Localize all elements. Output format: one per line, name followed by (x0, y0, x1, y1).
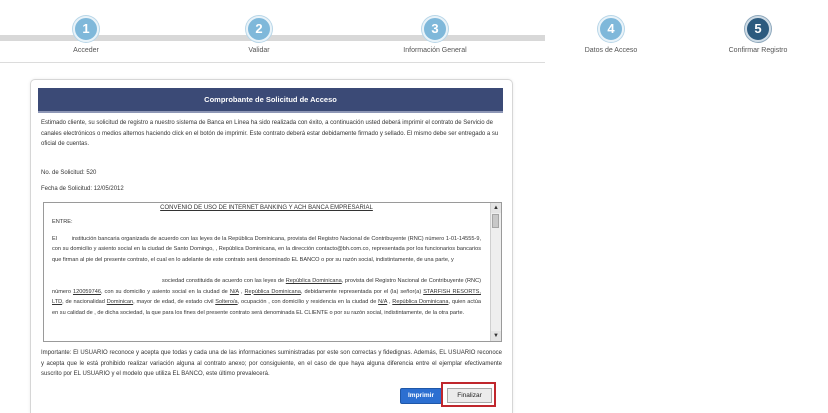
step-acceder: 1 Acceder (26, 16, 146, 54)
contract-field-rnc: 120059746 (72, 288, 101, 295)
contract-text: , mayor de edad, de estado civil (133, 299, 214, 305)
scroll-up-arrow-icon[interactable]: ▲ (491, 203, 501, 213)
step-number-circle: 2 (246, 16, 272, 42)
contract-title: CONVENIO DE USO DE INTERNET BANKING Y AC… (160, 205, 373, 211)
step-validar: 2 Validar (199, 16, 319, 54)
contract-text: , ocupación , con domicilio y residencia… (237, 299, 377, 305)
contract-field-nationality: Dominican (106, 299, 134, 305)
step-confirmar-registro: 5 Confirmar Registro (698, 16, 818, 54)
step-label: Información General (403, 47, 467, 54)
request-date: Fecha de Solicitud: 12/05/2012 (41, 186, 124, 192)
request-number: No. de Solicitud: 520 (41, 170, 97, 176)
contract-text: , (388, 299, 391, 305)
print-button[interactable]: Imprimir (400, 388, 442, 404)
finish-button[interactable]: Finalizar (447, 388, 492, 403)
scrollbar-thumb[interactable] (492, 214, 499, 228)
contract-text: El (52, 235, 57, 242)
step-number-circle: 3 (422, 16, 448, 42)
step-informacion-general: 3 Información General (375, 16, 495, 54)
scroll-down-arrow-icon[interactable]: ▼ (491, 331, 501, 341)
contract-field-city: N/A (378, 299, 388, 305)
receipt-panel: Comprobante de Solicitud de Acceso Estim… (30, 79, 513, 413)
contract-paragraph-client: sociedad constituida de acuerdo con las … (52, 276, 481, 318)
step-number-circle: 5 (745, 16, 771, 42)
step-label: Acceder (73, 47, 99, 54)
contract-text: institución bancaria organizada de acuer… (52, 235, 481, 263)
contract-text: , con su domicilio y asiento social en l… (100, 288, 228, 295)
step-label: Validar (248, 47, 270, 54)
contract-text: , debidamente representada por el (la) s… (300, 288, 422, 295)
contract-textbox[interactable]: CONVENIO DE USO DE INTERNET BANKING Y AC… (43, 202, 502, 342)
intro-text: Estimado cliente, su solicitud de regist… (41, 120, 499, 147)
contract-field-civil-status: Soltero/a (215, 299, 238, 305)
contract-paragraph-bank: El institución bancaria organizada de ac… (52, 234, 481, 266)
step-number-circle: 4 (598, 16, 624, 42)
contract-between: ENTRE: (52, 219, 73, 225)
step-label: Confirmar Registro (728, 47, 788, 54)
panel-title: Comprobante de Solicitud de Acceso (38, 88, 503, 113)
contract-field-country: República Dominicana (285, 278, 342, 284)
contract-scrollbar[interactable]: ▲ ▼ (490, 203, 501, 341)
contract-field-country: República Dominicana (244, 288, 301, 295)
contract-field-country: República Dominicana (392, 299, 449, 305)
registration-stepper: 1 Acceder 2 Validar 3 Información Genera… (0, 0, 828, 66)
contract-text: sociedad constituida de acuerdo con las … (162, 278, 285, 284)
stepper-divider (0, 62, 545, 63)
contract-text: , (240, 288, 243, 295)
contract-content: CONVENIO DE USO DE INTERNET BANKING Y AC… (44, 203, 489, 341)
step-label: Datos de Acceso (584, 47, 638, 54)
important-notice: Importante: El USUARIO reconoce y acepta… (41, 350, 502, 377)
contract-field-city: N/A (229, 288, 239, 295)
step-datos-de-acceso: 4 Datos de Acceso (551, 16, 671, 54)
finish-button-highlight: Finalizar (441, 382, 496, 407)
step-number-circle: 1 (73, 16, 99, 42)
contract-text: , de nacionalidad (62, 299, 105, 305)
